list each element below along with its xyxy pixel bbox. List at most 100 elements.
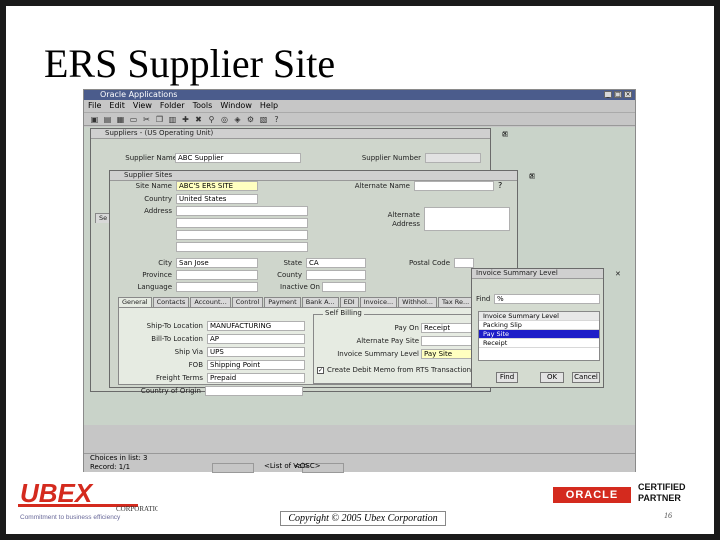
close-icon[interactable]: ✕ (502, 130, 508, 139)
alternate-address-label: Alternate Address (387, 211, 420, 228)
county-label: County (277, 271, 302, 279)
alternate-name-field[interactable] (414, 181, 494, 191)
lov-item-packing-slip[interactable]: Packing Slip (479, 321, 599, 330)
open-icon[interactable]: ▣ (90, 115, 99, 124)
country-field[interactable]: United States (176, 194, 258, 204)
tab-general[interactable]: General (118, 297, 152, 307)
help-icon[interactable]: ? (272, 115, 281, 124)
address-label: Address (144, 207, 172, 215)
tab-payment[interactable]: Payment (264, 297, 301, 307)
postal-code-field[interactable] (454, 258, 474, 268)
city-field[interactable]: San Jose (176, 258, 258, 268)
address-line-1[interactable] (176, 206, 308, 216)
status-bar: Choices in list: 3 Record: 1/1 <List of … (84, 453, 635, 473)
tab-withholding[interactable]: Withhol... (398, 297, 437, 307)
cut-icon[interactable]: ✂ (142, 115, 151, 124)
close-icon[interactable]: × (624, 91, 632, 98)
bill-to-location-label: Bill-To Location (151, 335, 203, 343)
address-line-2[interactable] (176, 218, 308, 228)
tab-accounting[interactable]: Account... (190, 297, 231, 307)
tab-bank-accounts[interactable]: Bank A... (301, 297, 339, 307)
language-field[interactable] (176, 282, 258, 292)
close-icon[interactable]: ✕ (529, 172, 535, 181)
delete-record-icon[interactable]: ✖ (194, 115, 203, 124)
province-field[interactable] (176, 270, 258, 280)
supplier-sites-window: Supplier Sites ▫ ▢ ✕ Site Name ABC'S ERS… (109, 170, 536, 388)
create-debit-memo-checkbox[interactable]: ✓ (317, 367, 324, 374)
create-debit-memo-label: Create Debit Memo from RTS Transaction (327, 366, 472, 374)
lov-list-header: Invoice Summary Level (479, 312, 599, 321)
county-field[interactable] (306, 270, 366, 280)
freight-terms-field[interactable]: Prepaid (207, 373, 305, 383)
app-title-bar: Oracle Applications _ □ × (84, 90, 635, 100)
tab-control[interactable]: Control (231, 297, 264, 307)
pay-on-field[interactable]: Receipt (421, 323, 475, 333)
inactive-on-field[interactable] (322, 282, 366, 292)
save-icon[interactable]: ▤ (103, 115, 112, 124)
status-record: Record: 1/1 (90, 463, 131, 471)
copyright-text: Copyright © 2005 Ubex Corporation (280, 511, 446, 526)
translations-icon[interactable]: ◈ (233, 115, 242, 124)
menu-file[interactable]: File (88, 100, 101, 112)
ubex-logo-text: UBEX (20, 478, 94, 508)
lov-title: Invoice Summary Level (476, 269, 558, 277)
attachments-icon[interactable]: ⚙ (246, 115, 255, 124)
menu-view[interactable]: View (133, 100, 152, 112)
ship-via-label: Ship Via (174, 348, 203, 356)
supplier-number-field[interactable] (425, 153, 481, 163)
ship-via-field[interactable]: UPS (207, 347, 305, 357)
maximize-icon[interactable]: □ (614, 91, 622, 98)
fob-label: FOB (188, 361, 203, 369)
tab-invoice-tax[interactable]: Invoice... (359, 297, 398, 307)
tab-tax-reporting[interactable]: Tax Re... (438, 297, 474, 307)
address-line-4[interactable] (176, 242, 308, 252)
suppliers-window-title: Suppliers - (US Operating Unit) (105, 129, 214, 137)
folder-tools-icon[interactable]: ▧ (259, 115, 268, 124)
zoom-icon[interactable]: ◎ (220, 115, 229, 124)
menu-tools[interactable]: Tools (193, 100, 213, 112)
address-line-3[interactable] (176, 230, 308, 240)
folder-icon[interactable]: ▭ (129, 115, 138, 124)
lov-item-receipt[interactable]: Receipt (479, 339, 599, 348)
tab-edi[interactable]: EDI (339, 297, 359, 307)
oracle-logo: ORACLE (553, 487, 631, 503)
status-message: Choices in list: 3 (90, 454, 148, 462)
alternate-pay-site-field[interactable] (421, 336, 475, 346)
lov-item-pay-site[interactable]: Pay Site (479, 330, 599, 339)
new-record-icon[interactable]: ✚ (181, 115, 190, 124)
site-name-field[interactable]: ABC'S ERS SITE (176, 181, 258, 191)
invoice-summary-level-field[interactable]: Pay Site (421, 349, 475, 359)
state-field[interactable]: CA (306, 258, 366, 268)
state-label: State (283, 259, 302, 267)
menu-edit[interactable]: Edit (109, 100, 125, 112)
lov-find-label: Find (476, 295, 491, 303)
status-osc: <OSC> (294, 462, 321, 470)
bill-to-location-field[interactable]: AP (207, 334, 305, 344)
menu-help[interactable]: Help (260, 100, 278, 112)
alternate-pay-site-label: Alternate Pay Site (356, 337, 419, 345)
edit-field-icon[interactable]: ? (498, 181, 502, 191)
lov-cancel-button[interactable]: Cancel (572, 372, 600, 383)
print-icon[interactable]: ▦ (116, 115, 125, 124)
ship-to-location-label: Ship-To Location (146, 322, 203, 330)
menu-window[interactable]: Window (220, 100, 252, 112)
find-icon[interactable]: ⚲ (207, 115, 216, 124)
fob-field[interactable]: Shipping Point (207, 360, 305, 370)
lov-ok-button[interactable]: OK (540, 372, 564, 383)
ubex-corporation-text: CORPORATION (116, 505, 158, 513)
copy-icon[interactable]: ❐ (155, 115, 164, 124)
lov-find-button[interactable]: Find (496, 372, 518, 383)
close-icon[interactable]: ✕ (615, 270, 621, 279)
ship-to-location-field[interactable]: MANUFACTURING (207, 321, 305, 331)
menu-folder[interactable]: Folder (160, 100, 185, 112)
tab-contacts[interactable]: Contacts (152, 297, 190, 307)
paste-icon[interactable]: ▥ (168, 115, 177, 124)
supplier-name-label: Supplier Name (125, 154, 177, 162)
freight-terms-label: Freight Terms (156, 374, 203, 382)
minimize-icon[interactable]: _ (604, 91, 612, 98)
country-of-origin-field[interactable] (205, 386, 303, 396)
lov-find-field[interactable]: % (494, 294, 600, 304)
alternate-address-field[interactable] (424, 207, 510, 231)
supplier-name-field[interactable]: ABC Supplier (175, 153, 301, 163)
lov-list: Invoice Summary Level Packing Slip Pay S… (478, 311, 600, 361)
